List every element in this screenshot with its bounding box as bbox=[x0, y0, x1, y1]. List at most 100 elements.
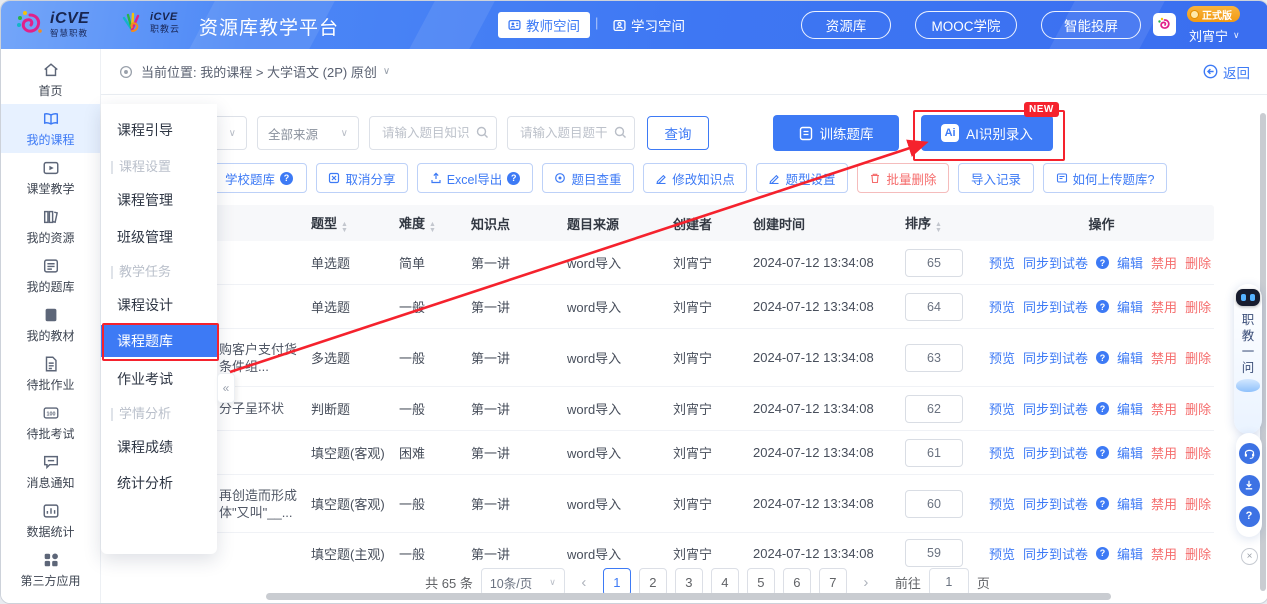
mini-app-logo[interactable] bbox=[1153, 13, 1176, 36]
sidebar-item-my-courses[interactable]: 我的课程 bbox=[1, 104, 100, 153]
preview-link[interactable]: 预览 bbox=[989, 443, 1015, 462]
customer-service-button[interactable] bbox=[1238, 443, 1260, 465]
edit-link[interactable]: 编辑 bbox=[1117, 494, 1143, 513]
sort-order-input[interactable] bbox=[905, 489, 963, 518]
help-icon[interactable]: ? bbox=[1096, 351, 1110, 364]
menu-item-course-question-bank[interactable]: 课程题库 bbox=[101, 325, 217, 357]
sort-order-input[interactable] bbox=[905, 438, 963, 467]
sidebar-item-third-party-apps[interactable]: 第三方应用 bbox=[1, 545, 100, 594]
delete-link[interactable]: 删除 bbox=[1185, 494, 1211, 513]
user-menu[interactable]: 刘宵宁 ∨ bbox=[1189, 26, 1240, 45]
back-button[interactable]: 返回 bbox=[1203, 62, 1250, 82]
download-button[interactable] bbox=[1238, 474, 1260, 496]
help-icon[interactable]: ? bbox=[1096, 300, 1110, 313]
duplicate-check-button[interactable]: 题目查重 bbox=[542, 163, 634, 193]
sync-to-paper-link[interactable]: 同步到试卷 bbox=[1023, 544, 1088, 563]
edit-link[interactable]: 编辑 bbox=[1117, 544, 1143, 563]
delete-link[interactable]: 删除 bbox=[1185, 399, 1211, 418]
assistant-widget[interactable]: 职教一问 bbox=[1234, 284, 1262, 434]
disable-link[interactable]: 禁用 bbox=[1151, 399, 1177, 418]
sync-to-paper-link[interactable]: 同步到试卷 bbox=[1023, 399, 1088, 418]
delete-link[interactable]: 删除 bbox=[1185, 443, 1211, 462]
edit-link[interactable]: 编辑 bbox=[1117, 253, 1143, 272]
menu-item-homework-exam[interactable]: 作业考试 bbox=[101, 363, 217, 395]
sidebar-item-statistics[interactable]: 数据统计 bbox=[1, 496, 100, 545]
train-bank-button[interactable]: 训练题库 bbox=[773, 115, 899, 151]
disable-link[interactable]: 禁用 bbox=[1151, 544, 1177, 563]
col-sort[interactable]: 排序 ▲ ▼ bbox=[905, 213, 989, 233]
edit-link[interactable]: 编辑 bbox=[1117, 348, 1143, 367]
sort-order-input[interactable] bbox=[905, 248, 963, 277]
edit-link[interactable]: 编辑 bbox=[1117, 443, 1143, 462]
delete-link[interactable]: 删除 bbox=[1185, 253, 1211, 272]
sidebar-item-pending-exam[interactable]: 100 待批考试 bbox=[1, 398, 100, 447]
sidebar-item-classroom-teaching[interactable]: 课堂教学 bbox=[1, 153, 100, 202]
sidebar-item-my-resources[interactable]: 我的资源 bbox=[1, 202, 100, 251]
sidebar-item-messages[interactable]: 消息通知 bbox=[1, 447, 100, 496]
disable-link[interactable]: 禁用 bbox=[1151, 443, 1177, 462]
edit-knowledge-button[interactable]: 修改知识点 bbox=[643, 163, 747, 193]
school-bank-button[interactable]: 学校题库 ? bbox=[211, 163, 307, 193]
sync-to-paper-link[interactable]: 同步到试卷 bbox=[1023, 443, 1088, 462]
link-resource-library[interactable]: 资源库 bbox=[801, 11, 891, 39]
ai-recognition-button[interactable]: Ai AI识别录入 bbox=[921, 115, 1053, 151]
preview-link[interactable]: 预览 bbox=[989, 253, 1015, 272]
disable-link[interactable]: 禁用 bbox=[1151, 297, 1177, 316]
horizontal-scrollbar[interactable] bbox=[266, 593, 1111, 600]
batch-delete-button[interactable]: 批量删除 bbox=[857, 163, 949, 193]
sidebar-item-home[interactable]: 首页 bbox=[1, 55, 100, 104]
excel-export-button[interactable]: Excel导出 ? bbox=[417, 163, 533, 193]
sidebar-item-my-textbook[interactable]: 我的教材 bbox=[1, 300, 100, 349]
type-settings-button[interactable]: 题型设置 bbox=[756, 163, 848, 193]
disable-link[interactable]: 禁用 bbox=[1151, 253, 1177, 272]
help-icon[interactable]: ? bbox=[280, 171, 293, 185]
help-icon[interactable]: ? bbox=[1096, 546, 1110, 560]
edit-link[interactable]: 编辑 bbox=[1117, 399, 1143, 418]
help-button[interactable]: ? bbox=[1238, 505, 1260, 527]
delete-link[interactable]: 删除 bbox=[1185, 348, 1211, 367]
page-button-1[interactable]: 1 bbox=[602, 568, 631, 596]
cancel-share-button[interactable]: 取消分享 bbox=[316, 163, 408, 193]
col-difficulty[interactable]: 难度 ▲ ▼ bbox=[399, 213, 471, 233]
delete-link[interactable]: 删除 bbox=[1185, 297, 1211, 316]
sort-order-input[interactable] bbox=[905, 539, 963, 567]
query-button[interactable]: 查询 bbox=[647, 116, 709, 150]
sidebar-item-my-question-bank[interactable]: 我的题库 bbox=[1, 251, 100, 300]
goto-page-input[interactable] bbox=[928, 568, 969, 596]
close-floating-button[interactable]: × bbox=[1241, 548, 1258, 565]
help-icon[interactable]: ? bbox=[1096, 402, 1110, 415]
sync-to-paper-link[interactable]: 同步到试卷 bbox=[1023, 253, 1088, 272]
disable-link[interactable]: 禁用 bbox=[1151, 494, 1177, 513]
help-icon[interactable]: ? bbox=[1096, 256, 1110, 269]
help-icon[interactable]: ? bbox=[1096, 446, 1110, 459]
disable-link[interactable]: 禁用 bbox=[1151, 348, 1177, 367]
col-type[interactable]: 题型 ▲ ▼ bbox=[311, 213, 399, 233]
link-mooc-academy[interactable]: MOOC学院 bbox=[915, 11, 1017, 39]
how-to-upload-button[interactable]: 如何上传题库? bbox=[1043, 163, 1167, 193]
menu-item-class-management[interactable]: 班级管理 bbox=[101, 221, 217, 253]
page-button-5[interactable]: 5 bbox=[746, 568, 775, 596]
page-button-7[interactable]: 7 bbox=[818, 568, 847, 596]
page-button-6[interactable]: 6 bbox=[782, 568, 811, 596]
page-button-3[interactable]: 3 bbox=[674, 568, 703, 596]
preview-link[interactable]: 预览 bbox=[989, 544, 1015, 563]
chevron-down-icon[interactable]: ∨ bbox=[383, 66, 390, 77]
help-icon[interactable]: ? bbox=[507, 171, 521, 185]
help-icon[interactable]: ? bbox=[1096, 497, 1110, 510]
menu-item-statistical-analysis[interactable]: 统计分析 bbox=[101, 467, 217, 499]
preview-link[interactable]: 预览 bbox=[989, 297, 1015, 316]
sync-to-paper-link[interactable]: 同步到试卷 bbox=[1023, 494, 1088, 513]
delete-link[interactable]: 删除 bbox=[1185, 544, 1211, 563]
edit-link[interactable]: 编辑 bbox=[1117, 297, 1143, 316]
source-dropdown[interactable]: 全部来源 ∨ bbox=[257, 116, 359, 150]
next-page-button[interactable]: › bbox=[855, 574, 877, 591]
sync-to-paper-link[interactable]: 同步到试卷 bbox=[1023, 348, 1088, 367]
page-size-select[interactable]: 10条/页 ∨ bbox=[480, 568, 565, 596]
import-record-button[interactable]: 导入记录 bbox=[958, 163, 1034, 193]
preview-link[interactable]: 预览 bbox=[989, 494, 1015, 513]
page-button-2[interactable]: 2 bbox=[638, 568, 667, 596]
nav-student-space[interactable]: 学习空间 bbox=[613, 15, 685, 35]
sort-order-input[interactable] bbox=[905, 394, 963, 423]
sync-to-paper-link[interactable]: 同步到试卷 bbox=[1023, 297, 1088, 316]
preview-link[interactable]: 预览 bbox=[989, 348, 1015, 367]
